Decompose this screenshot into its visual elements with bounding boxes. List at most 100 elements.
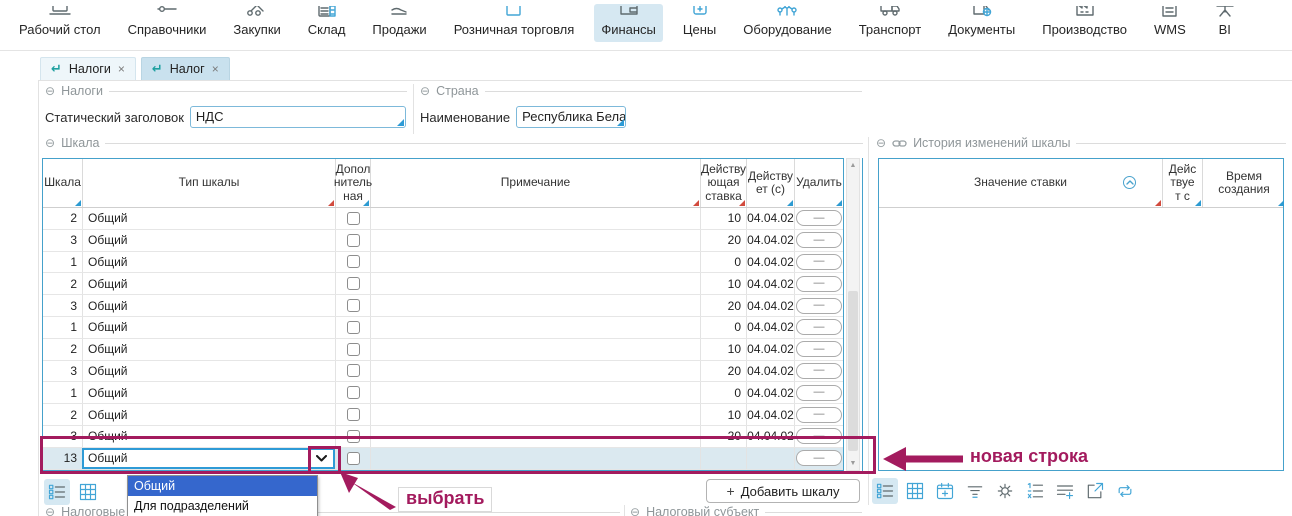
date-cell[interactable]: 04.04.02 (747, 252, 795, 273)
scale-type-cell[interactable]: Общий (83, 426, 336, 447)
rate-cell[interactable]: 10 (701, 273, 747, 294)
chevron-down-icon[interactable] (308, 450, 333, 467)
date-cell[interactable]: 04.04.02 (747, 273, 795, 294)
ribbon-tab-retail[interactable]: Розничная торговля (447, 4, 582, 42)
scale-number-cell[interactable]: 13 (43, 448, 83, 469)
table-row-new[interactable]: 13 Общий — (43, 448, 843, 470)
add-row-button[interactable] (1052, 478, 1078, 504)
grid-view-button[interactable] (75, 479, 101, 505)
checkbox[interactable] (347, 343, 360, 356)
scale-type-cell[interactable]: Общий (83, 382, 336, 403)
grid-view-button[interactable] (902, 478, 928, 504)
scale-type-cell[interactable]: Общий (83, 339, 336, 360)
rate-cell[interactable]: 0 (701, 317, 747, 338)
date-cell[interactable]: 04.04.02 (747, 230, 795, 251)
table-row[interactable]: 1 Общий 0 04.04.02 — (43, 252, 843, 274)
scale-number-cell[interactable]: 2 (43, 273, 83, 294)
table-row[interactable]: 2 Общий 10 04.04.02 — (43, 208, 843, 230)
vertical-scrollbar[interactable] (846, 158, 860, 471)
scale-number-cell[interactable]: 3 (43, 426, 83, 447)
date-cell[interactable]: 04.04.02 (747, 295, 795, 316)
scale-type-cell[interactable]: Общий (83, 317, 336, 338)
date-cell[interactable]: 04.04.02 (747, 382, 795, 403)
ribbon-tab-production[interactable]: Производство (1035, 4, 1134, 42)
rate-cell[interactable]: 20 (701, 426, 747, 447)
scale-type-cell[interactable]: Общий (83, 208, 336, 229)
filter-icon[interactable] (962, 478, 988, 504)
scroll-up-icon[interactable] (847, 159, 859, 172)
rate-cell[interactable]: 20 (701, 230, 747, 251)
scale-number-cell[interactable]: 3 (43, 230, 83, 251)
ribbon-tab-bi[interactable]: BI (1206, 4, 1244, 42)
rate-cell[interactable] (701, 448, 747, 469)
delete-row-button[interactable]: — (796, 276, 842, 292)
scrollbar-thumb[interactable] (848, 291, 858, 451)
scale-type-cell[interactable]: Общий (83, 295, 336, 316)
rate-cell[interactable]: 10 (701, 208, 747, 229)
ribbon-tab-desktop[interactable]: Рабочий стол (12, 4, 108, 42)
delete-row-button[interactable]: — (796, 450, 842, 466)
date-cell[interactable]: 04.04.02 (747, 361, 795, 382)
note-cell[interactable] (371, 404, 701, 425)
collapse-icon[interactable] (45, 84, 55, 98)
column-header-created-time[interactable]: Время создания (1203, 159, 1285, 207)
note-cell[interactable] (371, 426, 701, 447)
dropdown-option-obshchiy[interactable]: Общий (128, 476, 317, 496)
note-cell[interactable] (371, 230, 701, 251)
open-external-button[interactable] (1082, 478, 1108, 504)
delete-row-button[interactable]: — (796, 428, 842, 444)
table-row[interactable]: 2 Общий 10 04.04.02 — (43, 404, 843, 426)
rate-cell[interactable]: 0 (701, 252, 747, 273)
list-view-button[interactable] (44, 479, 70, 505)
note-cell[interactable] (371, 208, 701, 229)
ribbon-tab-directories[interactable]: Справочники (121, 4, 214, 42)
column-header-delete[interactable]: Удалить (795, 159, 843, 207)
scale-number-cell[interactable]: 2 (43, 339, 83, 360)
doc-tab-tax[interactable]: Налог × (141, 57, 230, 80)
note-cell[interactable] (371, 273, 701, 294)
static-title-input[interactable]: НДС (190, 106, 406, 128)
collapse-icon[interactable] (420, 84, 430, 98)
rate-cell[interactable]: 10 (701, 404, 747, 425)
delete-row-button[interactable]: — (796, 341, 842, 357)
date-cell[interactable]: 04.04.02 (747, 208, 795, 229)
collapse-icon[interactable] (876, 136, 886, 150)
note-cell[interactable] (371, 317, 701, 338)
scale-number-cell[interactable]: 1 (43, 382, 83, 403)
scroll-down-icon[interactable] (847, 457, 859, 470)
scale-type-cell[interactable]: Общий (83, 230, 336, 251)
column-header-rate[interactable]: Действу ющая ставка (701, 159, 747, 207)
table-row[interactable]: 3 Общий 20 04.04.02 — (43, 361, 843, 383)
scale-number-cell[interactable]: 2 (43, 404, 83, 425)
delete-row-button[interactable]: — (796, 254, 842, 270)
date-cell[interactable]: 04.04.02 (747, 339, 795, 360)
close-icon[interactable]: × (118, 62, 125, 76)
table-row[interactable]: 3 Общий 20 04.04.02 — (43, 230, 843, 252)
checkbox[interactable] (347, 408, 360, 421)
gear-icon[interactable] (992, 478, 1018, 504)
delete-row-button[interactable]: — (796, 232, 842, 248)
date-cell[interactable] (747, 448, 795, 469)
ribbon-tab-warehouse[interactable]: Склад (301, 4, 353, 42)
scale-number-cell[interactable]: 1 (43, 317, 83, 338)
scale-number-cell[interactable]: 3 (43, 361, 83, 382)
table-row[interactable]: 3 Общий 20 04.04.02 — (43, 295, 843, 317)
column-header-date[interactable]: Действу ет (с) (747, 159, 795, 207)
delete-row-button[interactable]: — (796, 319, 842, 335)
scale-type-cell[interactable]: Общий (83, 252, 336, 273)
rate-cell[interactable]: 20 (701, 361, 747, 382)
date-cell[interactable]: 04.04.02 (747, 317, 795, 338)
checkbox[interactable] (347, 321, 360, 334)
checkbox[interactable] (347, 299, 360, 312)
column-header-additional[interactable]: Допол нитель ная (336, 159, 371, 207)
delete-row-button[interactable]: — (796, 385, 842, 401)
delete-row-button[interactable]: — (796, 210, 842, 226)
note-cell[interactable] (371, 252, 701, 273)
type-combobox[interactable]: Общий (82, 448, 335, 469)
note-cell[interactable] (371, 382, 701, 403)
column-header-scale[interactable]: Шкала (43, 159, 83, 207)
add-scale-button[interactable]: + Добавить шкалу (706, 479, 860, 503)
rate-cell[interactable]: 20 (701, 295, 747, 316)
doc-tab-taxes[interactable]: Налоги × (40, 57, 136, 80)
ribbon-tab-purchases[interactable]: Закупки (226, 4, 287, 42)
